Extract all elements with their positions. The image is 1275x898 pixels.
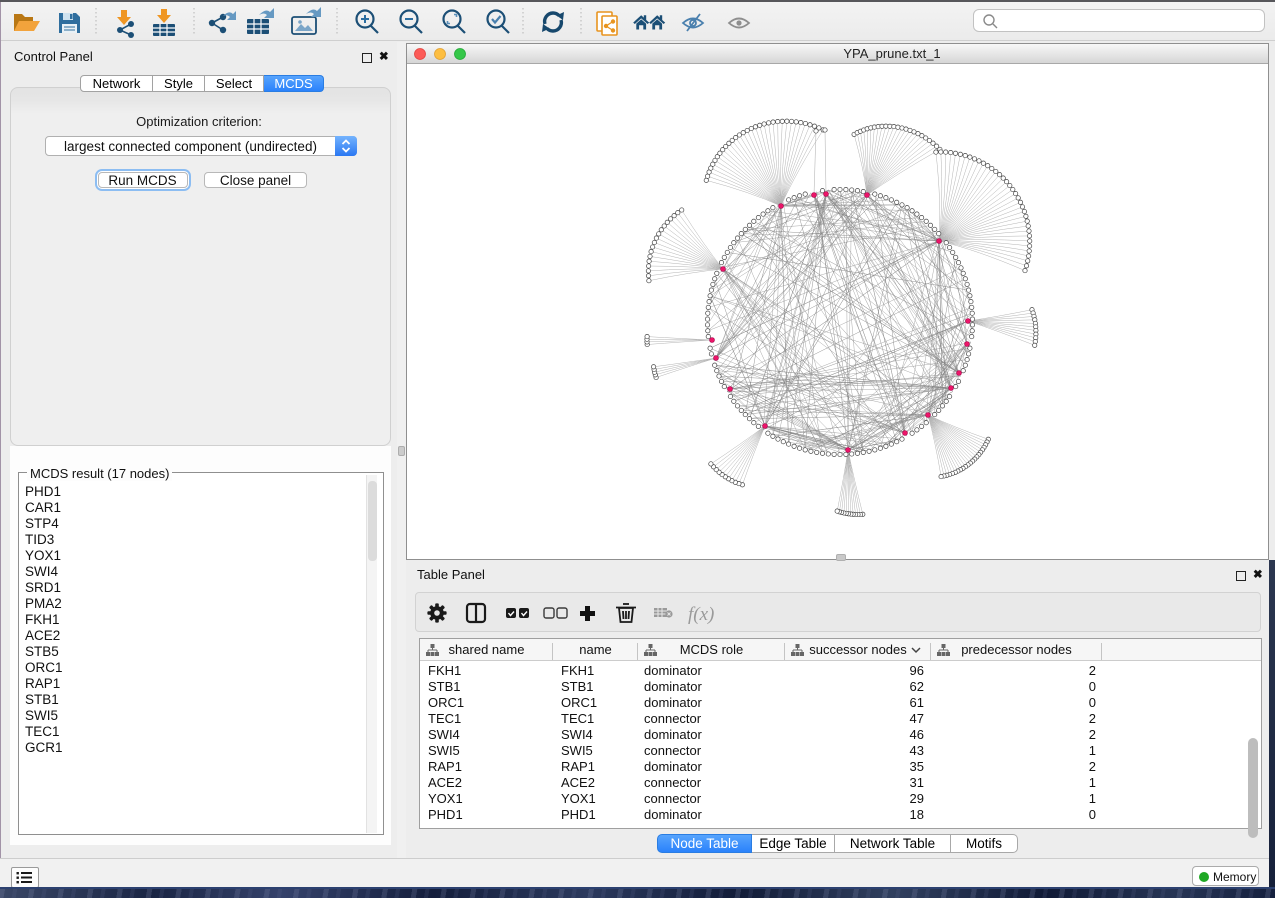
svg-text:f(x): f(x)	[688, 604, 714, 625]
